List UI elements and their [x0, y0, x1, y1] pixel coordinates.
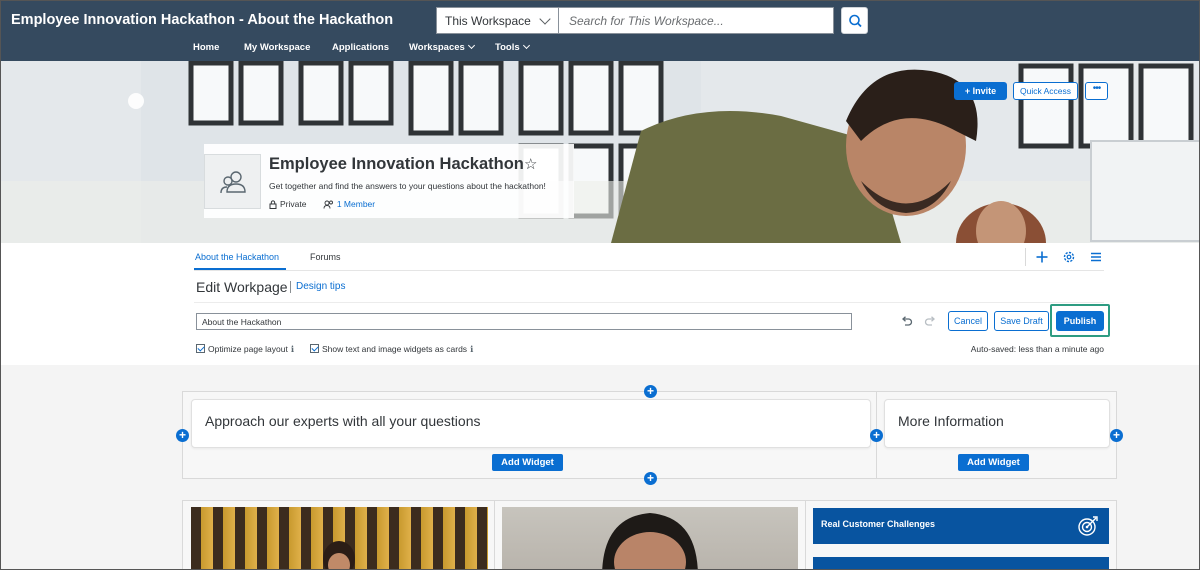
add-column-left-plus-icon[interactable]: +: [176, 429, 189, 442]
nav-item-workspaces[interactable]: Workspaces: [409, 41, 475, 53]
cards-checkbox[interactable]: Show text and image widgets as cards ℹ: [310, 344, 473, 355]
chevron-down-icon: [522, 41, 530, 50]
tab-forums[interactable]: Forums: [310, 252, 341, 262]
tile-label: Real Customer Challenges: [821, 519, 936, 529]
privacy-indicator: Private: [269, 199, 309, 209]
search-button[interactable]: [841, 7, 868, 34]
members-icon: [323, 200, 333, 209]
text-widget-right[interactable]: More Information: [884, 399, 1110, 448]
edit-workpage-title: Edit Workpage: [196, 279, 288, 295]
lock-icon: [269, 200, 277, 209]
menu-icon[interactable]: [1088, 249, 1104, 265]
app-title: Employee Innovation Hackathon - About th…: [11, 12, 394, 28]
workpage-edit-panel: About the Hackathon Forums Edit Workpage…: [1, 243, 1199, 365]
image-widget[interactable]: [191, 507, 488, 569]
widget-title: Approach our experts with all your quest…: [205, 413, 481, 429]
cancel-button[interactable]: Cancel: [948, 311, 988, 331]
chevron-down-icon: [539, 13, 551, 25]
page-name-input[interactable]: [196, 313, 852, 330]
nav-item-applications[interactable]: Applications: [332, 42, 389, 53]
column-divider: [805, 500, 806, 569]
target-icon: [1078, 516, 1098, 536]
text-widget-left[interactable]: Approach our experts with all your quest…: [191, 399, 871, 448]
privacy-label: Private: [280, 199, 307, 209]
editor-divider: [194, 302, 1104, 303]
tab-divider: [194, 270, 1104, 271]
workspace-description: Get together and find the answers to you…: [269, 181, 546, 191]
nav-item-tools-label: Tools: [495, 42, 520, 53]
add-row-above-plus-icon[interactable]: +: [644, 385, 657, 398]
toolbar-divider: [1025, 248, 1026, 266]
design-tips-link[interactable]: Design tips: [296, 281, 345, 292]
title-separator: [290, 281, 291, 293]
checkbox-checked-icon: [310, 344, 319, 353]
optimize-layout-checkbox[interactable]: Optimize page layout ℹ: [196, 344, 294, 355]
members-link[interactable]: 1 Member: [323, 199, 375, 209]
quick-access-button[interactable]: Quick Access: [1013, 82, 1078, 100]
column-divider: [494, 500, 495, 569]
add-icon[interactable]: [1034, 249, 1050, 265]
group-icon: [220, 171, 246, 194]
settings-gear-icon[interactable]: [1061, 249, 1077, 265]
optimize-layout-label: Optimize page layout: [208, 344, 288, 354]
search-icon: [849, 14, 862, 28]
publish-button[interactable]: Publish: [1056, 311, 1104, 331]
add-column-right-plus-icon[interactable]: +: [1110, 429, 1123, 442]
image-person-photo: [323, 541, 355, 569]
workspace-avatar: [204, 154, 261, 209]
add-column-middle-plus-icon[interactable]: +: [870, 429, 883, 442]
cards-label: Show text and image widgets as cards: [322, 344, 468, 354]
undo-icon[interactable]: [900, 315, 913, 328]
add-widget-button[interactable]: Add Widget: [958, 454, 1029, 471]
app-frame: Employee Innovation Hackathon - About th…: [0, 0, 1200, 570]
shell-header: Employee Innovation Hackathon - About th…: [1, 1, 1199, 61]
add-row-below-plus-icon[interactable]: +: [644, 472, 657, 485]
plus-icon: +: [964, 86, 973, 96]
info-icon[interactable]: ℹ: [291, 344, 294, 354]
widget-title: More Information: [898, 413, 1004, 429]
search-input[interactable]: [558, 7, 834, 34]
favorite-star-icon[interactable]: ☆: [524, 155, 537, 173]
link-tile[interactable]: [813, 557, 1109, 569]
redo-icon[interactable]: [924, 315, 937, 328]
add-widget-button[interactable]: Add Widget: [492, 454, 563, 471]
workspace-info-card: Employee Innovation Hackathon ☆ Get toge…: [204, 144, 574, 218]
tab-about-the-hackathon[interactable]: About the Hackathon: [195, 252, 279, 262]
workspace-meta: Private 1 Member: [269, 199, 375, 209]
nav-item-my-workspace[interactable]: My Workspace: [244, 42, 310, 53]
workspace-title: Employee Innovation Hackathon: [269, 155, 524, 173]
invite-label: Invite: [972, 86, 997, 96]
autosave-status: Auto-saved: less than a minute ago: [970, 344, 1104, 354]
invite-button[interactable]: + Invite: [954, 82, 1007, 100]
workspace-banner: + Invite Quick Access ••• Employee Innov…: [1, 61, 1199, 243]
chevron-down-icon: [467, 41, 475, 50]
save-draft-button[interactable]: Save Draft: [994, 311, 1049, 331]
nav-item-workspaces-label: Workspaces: [409, 42, 465, 53]
more-icon: •••: [1092, 83, 1101, 94]
link-tile[interactable]: Real Customer Challenges: [813, 508, 1109, 544]
members-label: 1 Member: [336, 199, 376, 209]
image-person-photo: [602, 513, 698, 569]
search-scope-value: This Workspace: [445, 14, 531, 28]
checkbox-checked-icon: [196, 344, 205, 353]
nav-item-tools[interactable]: Tools: [495, 41, 530, 53]
nav-item-home[interactable]: Home: [193, 42, 219, 53]
info-icon[interactable]: ℹ: [470, 344, 473, 354]
more-actions-button[interactable]: •••: [1085, 82, 1108, 100]
search-scope-select[interactable]: This Workspace: [436, 7, 559, 34]
image-widget[interactable]: [502, 507, 798, 569]
